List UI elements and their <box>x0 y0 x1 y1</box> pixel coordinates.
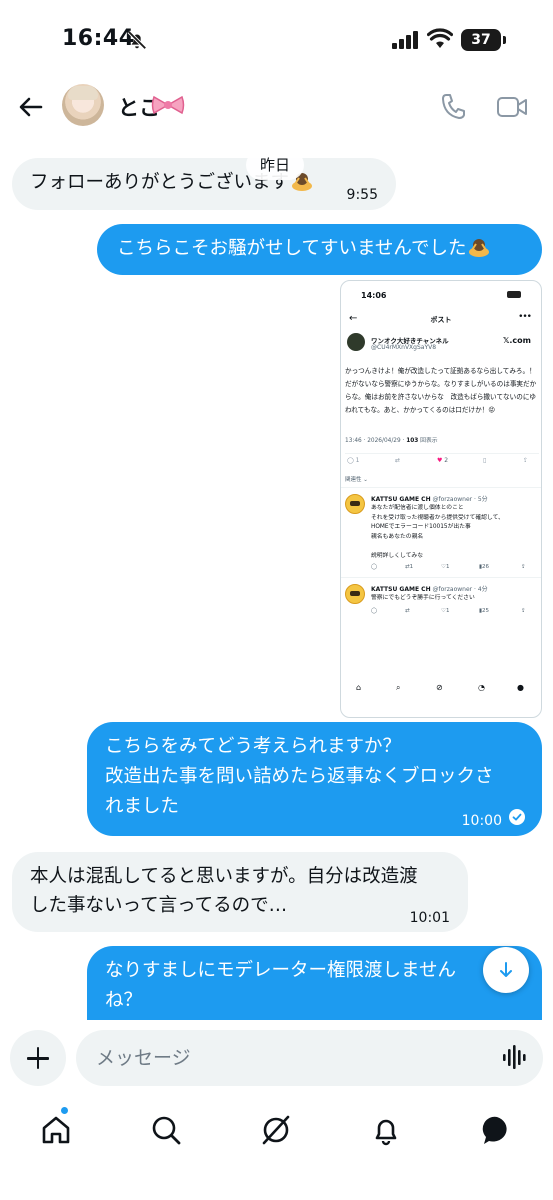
message-text: こちらこそお騒がせしてすいませんでした <box>117 238 467 259</box>
attachment-grok-icon: ⊘ <box>436 683 443 692</box>
image-attachment[interactable]: 14:06 ← ポスト ••• ワンオク大好きチャンネル @CU4rMXnVXg… <box>340 280 542 718</box>
messages-icon[interactable] <box>477 1110 517 1150</box>
attachment-bell-icon: ◔ <box>478 683 485 692</box>
message-bubble-outgoing[interactable]: なりすましにモデレーター権限渡しません ね？ <box>87 946 542 1030</box>
like-count: ♥ 2 <box>437 457 449 464</box>
message-line: 本人は混乱してると思いますが。自分は改造渡 <box>30 866 418 887</box>
message-composer <box>0 1020 553 1096</box>
attachment-post-actions: ◯ 1 ⇄ ♥ 2 ▯ ⇪ <box>345 453 539 465</box>
message-line: なりすましにモデレーター権限渡しません <box>105 960 456 981</box>
arrow-down-icon <box>500 962 512 977</box>
battery-cap <box>503 36 506 44</box>
message-time: 9:55 <box>346 187 378 203</box>
message-bubble-incoming[interactable]: 本人は混乱してると思いますが。自分は改造渡 した事ないって言ってるので… 10:… <box>12 852 468 932</box>
search-icon[interactable] <box>146 1110 186 1150</box>
attachment-battery-icon <box>507 291 521 298</box>
message-time: 10:00 <box>461 813 502 829</box>
attachment-home-icon: ⌂ <box>356 683 362 692</box>
attachment-related-label: 関連性 ⌄ <box>345 477 368 483</box>
share-icon: ⇪ <box>523 457 529 464</box>
attachment-author-handle: @CU4rMXnVXgSaYV8 <box>371 344 437 351</box>
reply-body: 警察にでもどうぞ勝手に行ってください <box>371 595 475 601</box>
attachment-author-avatar <box>347 333 365 351</box>
contact-avatar[interactable] <box>62 84 104 126</box>
cellular-signal-icon <box>392 31 418 49</box>
reply-count: ◯ 1 <box>347 457 360 464</box>
status-time: 16:44 <box>62 26 135 51</box>
reply-body: あなたが配信者に渡し個体とのこと それを受け取った視聴者から提供受けて確認して、… <box>371 505 504 559</box>
reply-avatar <box>345 494 365 514</box>
repost-icon: ⇄ <box>395 457 401 464</box>
attachment-source: 𝕏.com <box>502 336 531 345</box>
read-check-icon <box>509 809 525 825</box>
phone-icon[interactable] <box>440 92 466 120</box>
message-line: した事ないって言ってるので… <box>30 895 288 916</box>
scroll-to-bottom-button[interactable] <box>483 947 529 993</box>
bowing-person-emoji-icon <box>469 239 490 257</box>
bottom-navigation <box>0 1096 553 1200</box>
message-line: こちらをみてどう考えられますか？ <box>105 736 402 757</box>
attachment-reply: KATTSU GAME CH @forzaowner · 4分 警察にでもどうぞ… <box>341 577 541 667</box>
status-bar: 16:44 37 <box>0 0 553 80</box>
bookmark-icon: ▯ <box>483 457 487 464</box>
attachment-title: ポスト <box>430 316 452 324</box>
voice-waveform-icon[interactable] <box>502 1044 528 1070</box>
message-input[interactable] <box>76 1030 543 1086</box>
attachment-bottom-nav: ⌂ ⌕ ⊘ ◔ ● <box>341 683 541 703</box>
reply-header: KATTSU GAME CH @forzaowner · 4分 <box>371 586 488 593</box>
bell-slash-icon <box>127 30 147 50</box>
message-bubble-incoming[interactable]: フォローありがとうございます 9:55 <box>12 158 396 210</box>
conversation-header: とこ <box>0 80 553 136</box>
reply-avatar <box>345 584 365 604</box>
add-attachment-button[interactable] <box>10 1030 66 1086</box>
message-bubble-outgoing[interactable]: こちらをみてどう考えられますか？ 改造出た事を問い詰めたら返事なくブロックさ れ… <box>87 722 542 836</box>
grok-icon[interactable] <box>256 1110 296 1150</box>
message-line: ね？ <box>105 990 143 1011</box>
home-icon[interactable] <box>36 1110 76 1150</box>
date-separator: 昨日 <box>246 150 305 180</box>
battery-indicator: 37 <box>461 29 501 51</box>
attachment-search-icon: ⌕ <box>396 683 401 692</box>
reply-header: KATTSU GAME CH @forzaowner · 5分 <box>371 496 488 503</box>
message-bubble-outgoing[interactable]: こちらこそお騒がせしてすいませんでした <box>97 224 542 275</box>
attachment-message-icon: ● <box>517 683 524 692</box>
ribbon-emoji-icon <box>151 95 185 115</box>
message-time: 10:01 <box>409 910 450 926</box>
attachment-post-meta: 13:46 · 2026/04/29 · 103 回表示 <box>345 438 438 444</box>
notifications-bell-icon[interactable] <box>366 1110 406 1150</box>
back-arrow-icon[interactable] <box>16 92 46 122</box>
video-camera-icon[interactable] <box>496 94 528 120</box>
attachment-status-time: 14:06 <box>361 291 387 300</box>
attachment-reply: KATTSU GAME CH @forzaowner · 5分 あなたが配信者に… <box>341 487 541 577</box>
home-notification-dot <box>60 1106 69 1115</box>
wifi-icon <box>427 28 453 48</box>
message-line: 改造出た事を問い詰めたら返事なくブロックさ <box>105 766 494 787</box>
attachment-post-body: かっつんきけよ！俺が改造したって証拠あるなら出してみろ。！だがないなら警察にゆう… <box>345 367 537 414</box>
attachment-more-icon: ••• <box>518 312 532 322</box>
